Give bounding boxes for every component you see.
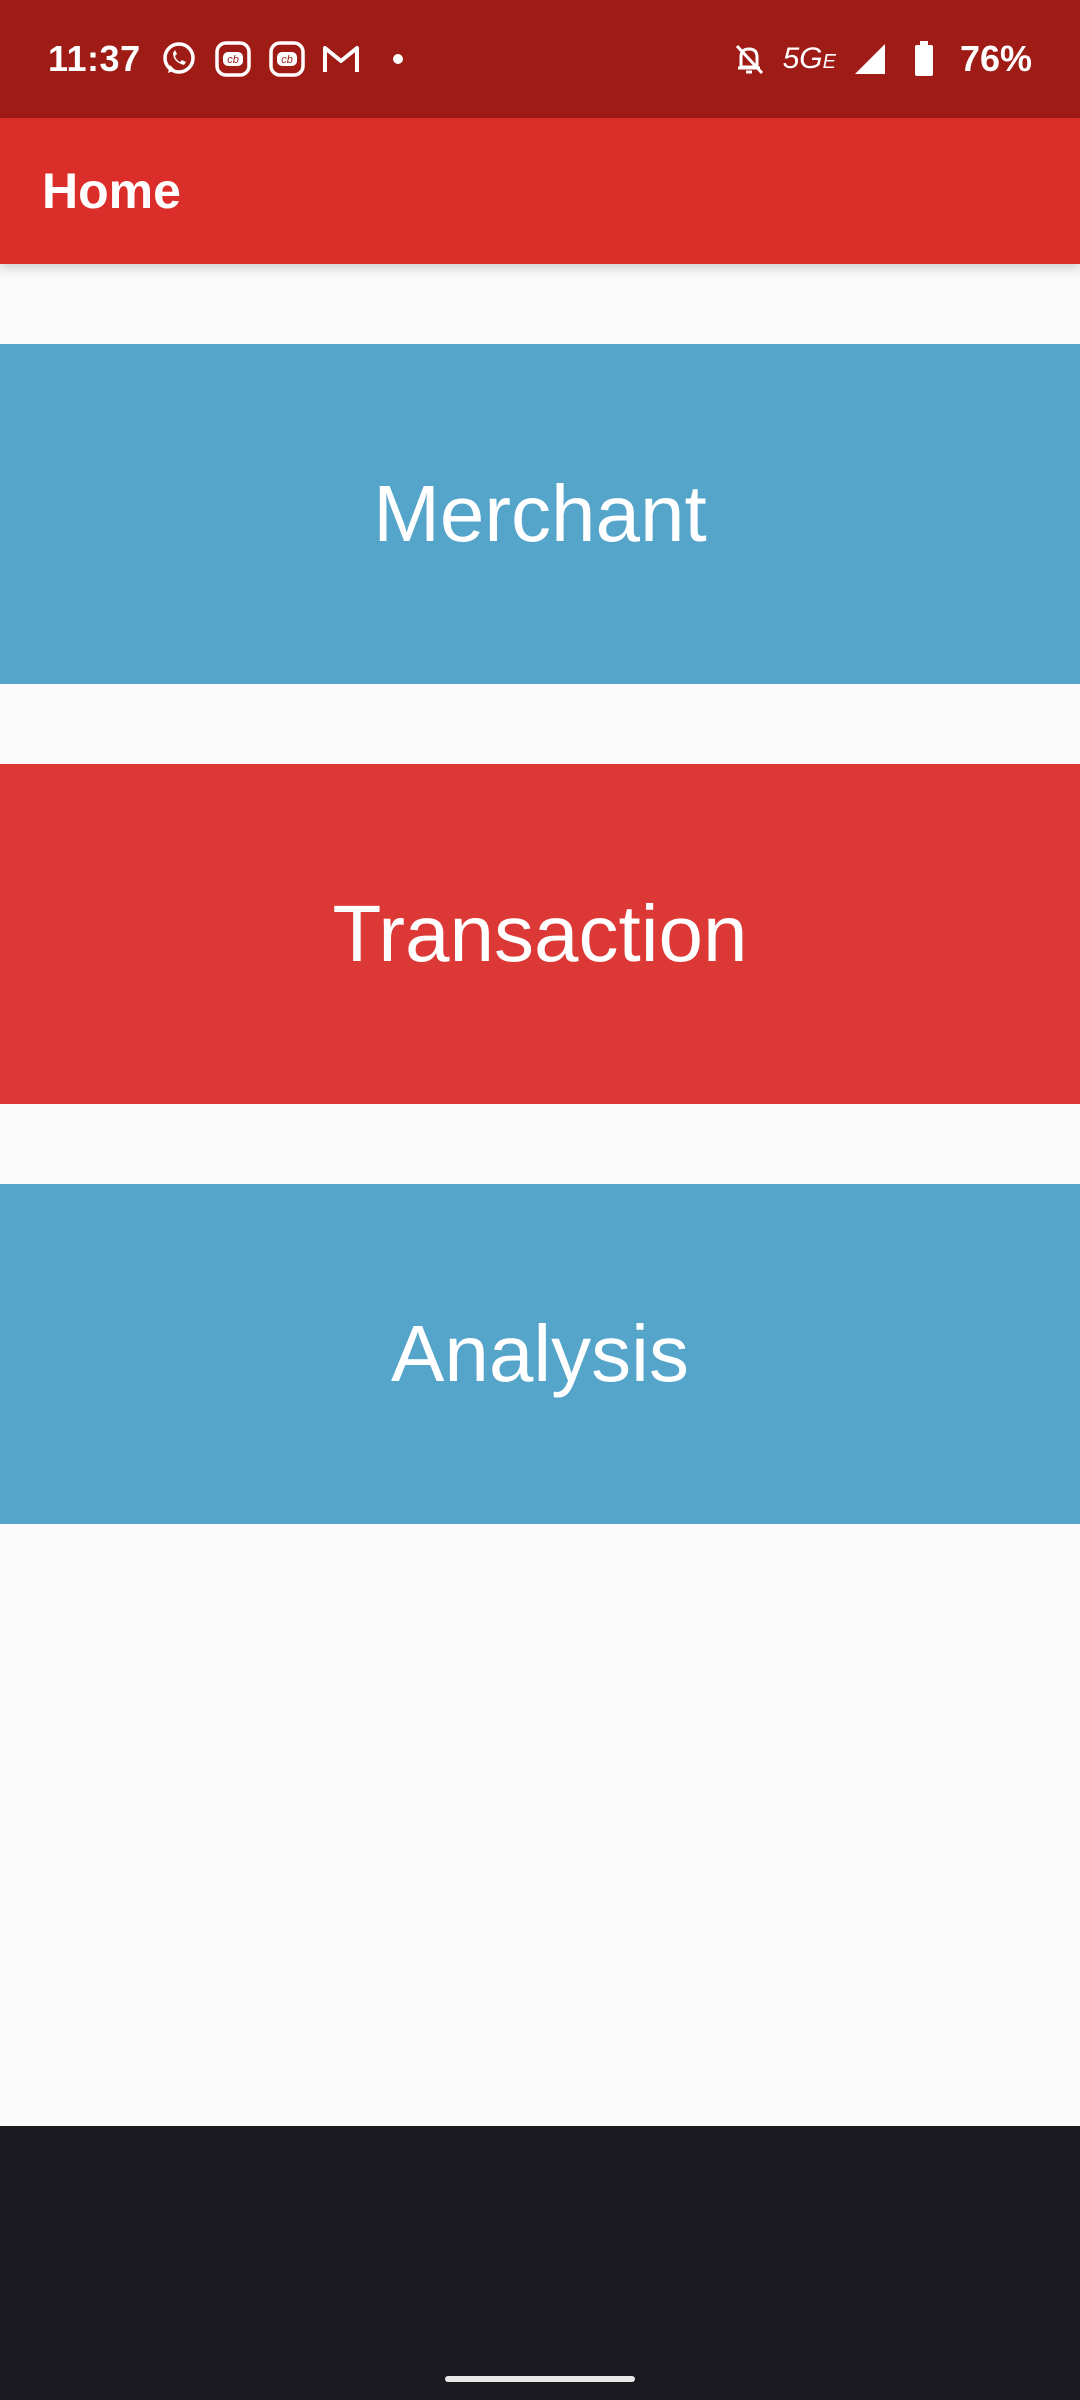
cb-app-icon: cb — [267, 39, 307, 79]
transaction-label: Transaction — [332, 889, 748, 978]
battery-icon — [904, 39, 944, 79]
signal-icon — [850, 39, 890, 79]
status-time: 11:37 — [48, 38, 141, 79]
svg-text:cb: cb — [281, 54, 293, 66]
battery-percent: 76% — [959, 38, 1032, 79]
transaction-button[interactable]: Transaction — [0, 764, 1080, 1104]
more-notifications-icon — [392, 54, 403, 64]
status-bar: 11:37 cb cb 5GE 76% — [0, 0, 1080, 118]
home-gesture-handle[interactable] — [445, 2376, 635, 2382]
network-label: 5G — [782, 42, 823, 75]
status-bar-left: 11:37 cb cb — [48, 38, 403, 80]
svg-text:cb: cb — [227, 54, 239, 66]
app-bar: Home — [0, 118, 1080, 264]
whatsapp-icon — [159, 39, 199, 79]
network-type: 5GE — [783, 42, 836, 76]
gmail-icon — [321, 39, 361, 79]
analysis-button[interactable]: Analysis — [0, 1184, 1080, 1524]
status-bar-right: 5GE 76% — [729, 38, 1032, 80]
cb-app-icon: cb — [213, 39, 253, 79]
page-title: Home — [42, 163, 181, 219]
analysis-label: Analysis — [391, 1309, 689, 1398]
merchant-label: Merchant — [373, 469, 707, 558]
navigation-bar — [0, 2126, 1080, 2400]
bell-off-icon — [729, 39, 769, 79]
network-suffix: E — [822, 51, 836, 73]
merchant-button[interactable]: Merchant — [0, 344, 1080, 684]
